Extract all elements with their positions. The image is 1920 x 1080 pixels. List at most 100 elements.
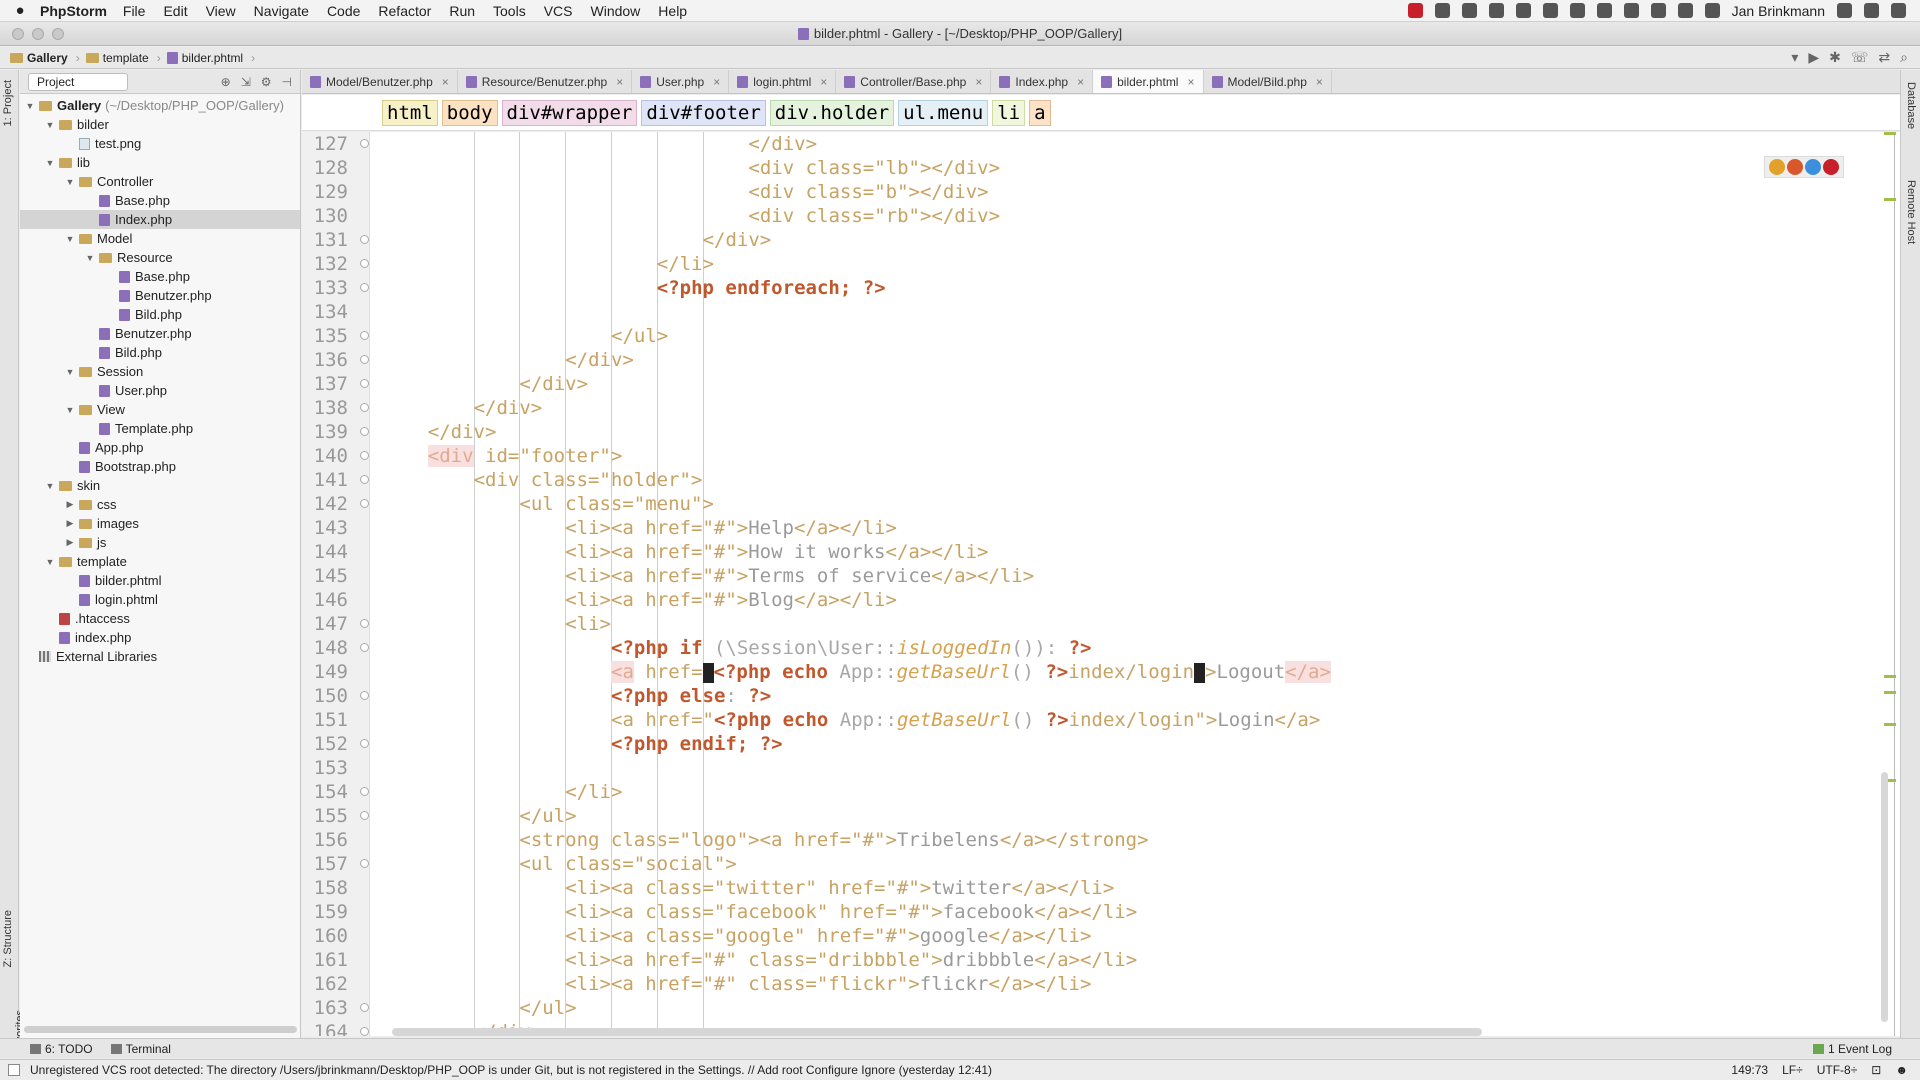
close-tab-icon[interactable]: ×: [442, 75, 449, 89]
tree-item[interactable]: ▼ Session: [20, 362, 300, 381]
line-number[interactable]: 127: [302, 132, 348, 156]
fold-marker-icon[interactable]: [360, 643, 369, 652]
tree-item[interactable]: test.png: [20, 134, 300, 153]
html-crumb[interactable]: div#footer: [641, 99, 766, 126]
tree-item[interactable]: login.phtml: [20, 590, 300, 609]
code-line[interactable]: 128 <div class="lb"></div>: [314, 156, 1850, 180]
fold-marker-icon[interactable]: [360, 379, 369, 388]
tree-item[interactable]: .htaccess: [20, 609, 300, 628]
clipboard-tray-icon[interactable]: [1542, 3, 1558, 18]
structure-tool-button[interactable]: Z: Structure: [2, 910, 14, 967]
change-marker[interactable]: [1884, 691, 1896, 694]
bluetooth-icon[interactable]: [1677, 3, 1693, 18]
run-config-dropdown-icon[interactable]: ▾: [1791, 49, 1798, 66]
tree-item[interactable]: index.php: [20, 628, 300, 647]
code-line[interactable]: 127 </div>: [314, 132, 1850, 156]
editor-tab[interactable]: bilder.phtml ×: [1093, 70, 1204, 93]
code-line[interactable]: 140 <div id="footer">: [314, 444, 1850, 468]
terminal-tool-button[interactable]: Terminal: [110, 1042, 171, 1056]
line-number[interactable]: 160: [302, 924, 348, 948]
fold-marker-icon[interactable]: [360, 331, 369, 340]
hide-panel-icon[interactable]: ⊣: [282, 75, 292, 89]
code-line[interactable]: 133 <?php endforeach; ?>: [314, 276, 1850, 300]
inspection-ok-marker[interactable]: [1884, 132, 1896, 135]
close-tab-icon[interactable]: ×: [1077, 75, 1084, 89]
line-number[interactable]: 133: [302, 276, 348, 300]
project-view-dropdown[interactable]: Project: [28, 72, 128, 91]
line-number[interactable]: 143: [302, 516, 348, 540]
fold-marker-icon[interactable]: [360, 355, 369, 364]
close-tab-icon[interactable]: ×: [1316, 75, 1323, 89]
code-line[interactable]: 155 </ul>: [314, 804, 1850, 828]
menu-vcs[interactable]: VCS: [544, 3, 573, 19]
editor-tab[interactable]: Model/Benutzer.php ×: [302, 70, 458, 93]
line-number[interactable]: 142: [302, 492, 348, 516]
code-line[interactable]: 142 <ul class="menu">: [314, 492, 1850, 516]
chevron-right-icon[interactable]: ▶: [64, 518, 76, 529]
remote-host-tool-button[interactable]: Remote Host: [1905, 180, 1917, 244]
code-line[interactable]: 135 </ul>: [314, 324, 1850, 348]
code-line[interactable]: 145 <li><a href="#">Terms of service</a><…: [314, 564, 1850, 588]
line-number[interactable]: 132: [302, 252, 348, 276]
fold-marker-icon[interactable]: [360, 787, 369, 796]
volume-icon[interactable]: [1650, 3, 1666, 18]
line-number[interactable]: 159: [302, 900, 348, 924]
nav-crumb-file[interactable]: bilder.phtml ›: [166, 51, 255, 65]
line-number[interactable]: 128: [302, 156, 348, 180]
search-everywhere-icon[interactable]: ⌕: [1900, 49, 1908, 66]
code-line[interactable]: 134: [314, 300, 1850, 324]
chevron-down-icon[interactable]: ▼: [24, 101, 36, 111]
fold-marker-icon[interactable]: [360, 811, 369, 820]
change-marker[interactable]: [1884, 675, 1896, 678]
collapse-all-icon[interactable]: ⇲: [241, 75, 251, 89]
line-number[interactable]: 129: [302, 180, 348, 204]
code-line[interactable]: 157 <ul class="social">: [314, 852, 1850, 876]
fold-marker-icon[interactable]: [360, 451, 369, 460]
zoom-window-button[interactable]: [52, 28, 64, 40]
tree-item[interactable]: External Libraries: [20, 647, 300, 666]
line-number[interactable]: 144: [302, 540, 348, 564]
close-tab-icon[interactable]: ×: [1187, 75, 1194, 89]
line-number[interactable]: 146: [302, 588, 348, 612]
nav-crumb-template[interactable]: template ›: [85, 51, 161, 65]
code-line[interactable]: 136 </div>: [314, 348, 1850, 372]
line-number[interactable]: 157: [302, 852, 348, 876]
todo-tool-button[interactable]: 6: TODO: [30, 1042, 93, 1056]
line-number[interactable]: 150: [302, 684, 348, 708]
code-line[interactable]: 159 <li><a class="facebook" href="#">face…: [314, 900, 1850, 924]
evernote-icon[interactable]: [1596, 3, 1612, 18]
line-number[interactable]: 147: [302, 612, 348, 636]
safari-icon[interactable]: [1805, 159, 1821, 175]
fold-marker-icon[interactable]: [360, 499, 369, 508]
close-tab-icon[interactable]: ×: [820, 75, 827, 89]
line-number[interactable]: 163: [302, 996, 348, 1020]
tree-item[interactable]: Benutzer.php: [20, 286, 300, 305]
tree-item[interactable]: Template.php: [20, 419, 300, 438]
fold-marker-icon[interactable]: [360, 739, 369, 748]
menu-code[interactable]: Code: [327, 3, 360, 19]
apple-icon[interactable]: ●: [0, 2, 40, 19]
notification-center-icon[interactable]: [1891, 3, 1906, 18]
code-line[interactable]: 150 <?php else: ?>: [314, 684, 1850, 708]
change-marker[interactable]: [1884, 198, 1896, 201]
run-icon[interactable]: ▶: [1808, 49, 1819, 66]
chrome-icon[interactable]: [1769, 159, 1785, 175]
user-name[interactable]: Jan Brinkmann: [1732, 3, 1825, 19]
tree-item[interactable]: Base.php: [20, 191, 300, 210]
fold-marker-icon[interactable]: [360, 427, 369, 436]
editor-horizontal-scrollbar[interactable]: [392, 1028, 1482, 1036]
tree-item[interactable]: ▼ Controller: [20, 172, 300, 191]
file-encoding[interactable]: UTF-8÷: [1817, 1063, 1858, 1077]
line-number[interactable]: 141: [302, 468, 348, 492]
code-line[interactable]: 129 <div class="b"></div>: [314, 180, 1850, 204]
event-log-tool-button[interactable]: 1 Event Log: [1812, 1042, 1892, 1056]
project-horizontal-scrollbar[interactable]: [20, 1026, 301, 1034]
editor-tab[interactable]: login.phtml ×: [729, 70, 837, 93]
time-machine-icon[interactable]: [1704, 3, 1720, 18]
change-marker[interactable]: [1884, 723, 1896, 726]
line-number[interactable]: 155: [302, 804, 348, 828]
code-line[interactable]: 147 <li>: [314, 612, 1850, 636]
close-tab-icon[interactable]: ×: [616, 75, 623, 89]
menu-refactor[interactable]: Refactor: [378, 3, 431, 19]
tree-item[interactable]: ▶ js: [20, 533, 300, 552]
